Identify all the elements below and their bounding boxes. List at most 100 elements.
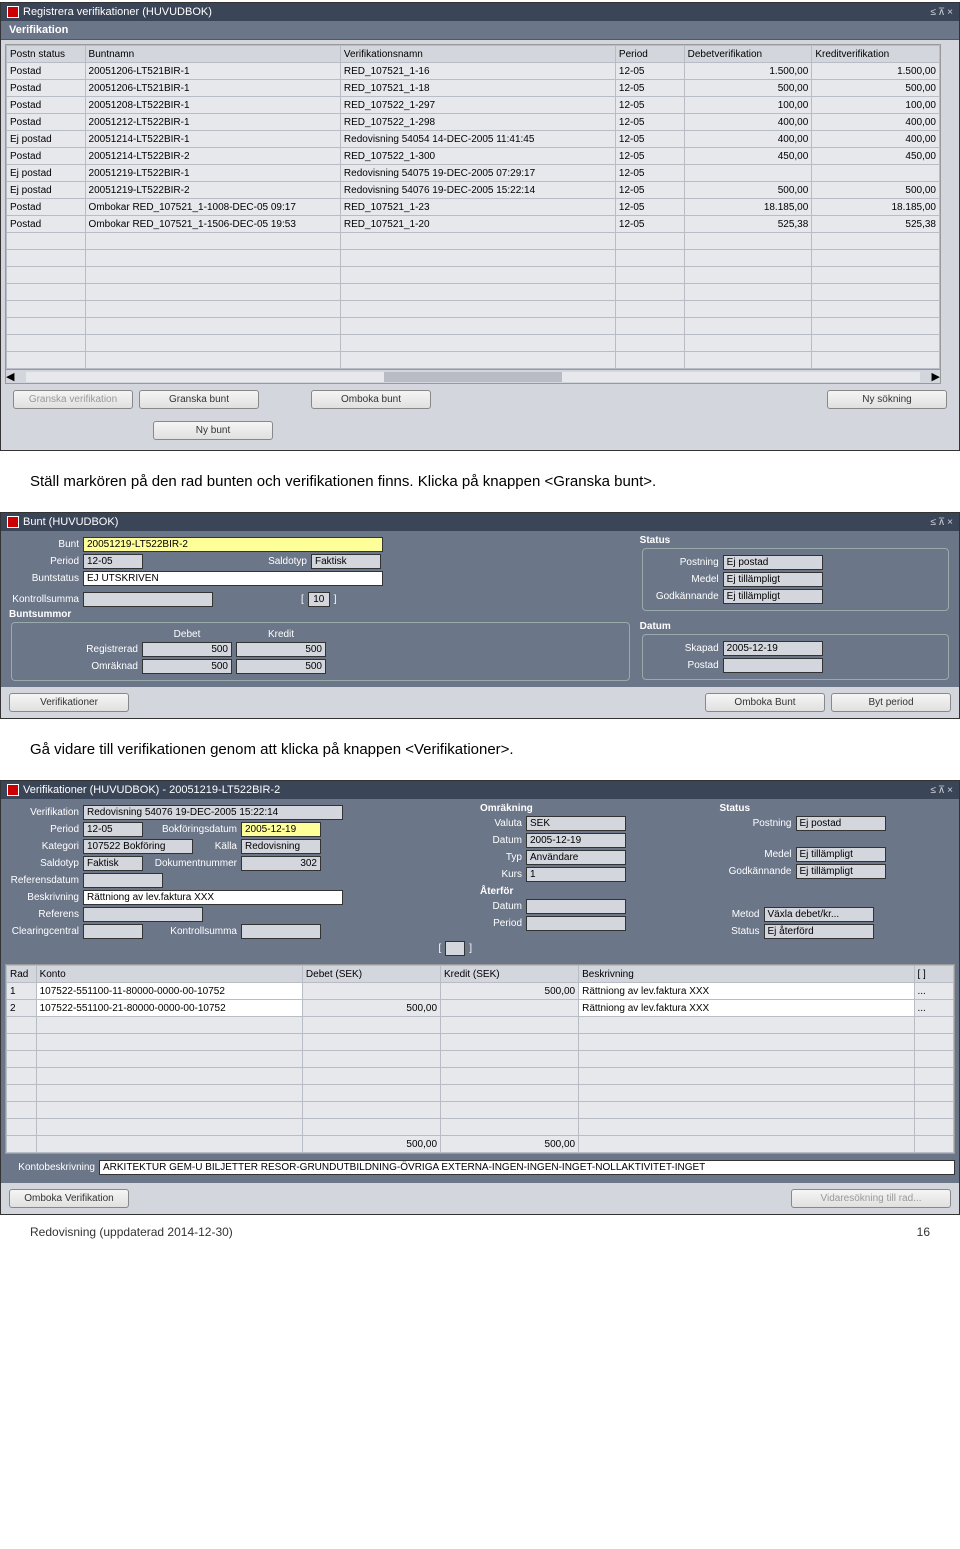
table-row[interactable] — [7, 1034, 954, 1051]
medel-field: Ej tillämpligt — [723, 572, 823, 587]
table-row[interactable]: Ej postad20051219-LT522BIR-1Redovisning … — [7, 165, 940, 182]
typ-field[interactable]: Användare — [526, 850, 626, 865]
omraknad-label: Omräknad — [18, 661, 138, 672]
ater-period-field[interactable] — [526, 916, 626, 931]
column-header[interactable]: Kreditverifikation — [812, 46, 940, 63]
kontrollsumma-field[interactable] — [241, 924, 321, 939]
table-row[interactable]: Postad20051208-LT522BIR-1RED_107522_1-29… — [7, 97, 940, 114]
kategori-field[interactable]: 107522 Bokföring — [83, 839, 193, 854]
ny-bunt-button[interactable]: Ny bunt — [153, 421, 273, 440]
postning-field: Ej postad — [796, 816, 886, 831]
registrerad-label: Registrerad — [18, 644, 138, 655]
table-row[interactable] — [7, 1051, 954, 1068]
table-row[interactable]: Postad20051214-LT522BIR-2RED_107522_1-30… — [7, 148, 940, 165]
vertical-scrollbar[interactable] — [941, 44, 955, 384]
table-row[interactable] — [7, 267, 940, 284]
window-controls[interactable]: ≤⊼× — [930, 785, 953, 796]
table-row[interactable]: Postad20051206-LT521BIR-1RED_107521_1-16… — [7, 63, 940, 80]
bunt-field[interactable]: 20051219-LT522BIR-2 — [83, 537, 383, 552]
footer-text: Redovisning (uppdaterad 2014-12-30) — [30, 1225, 233, 1239]
kurs-label: Kurs — [482, 869, 522, 880]
table-row[interactable]: 2107522-551100-21-80000-0000-00-10752500… — [7, 1000, 954, 1017]
granska-verifikation-button[interactable]: Granska verifikation — [13, 390, 133, 409]
omboka-bunt-button[interactable]: Omboka bunt — [311, 390, 431, 409]
window-title: Registrera verifikationer (HUVUDBOK) — [23, 6, 212, 18]
ater-datum-label: Datum — [482, 901, 522, 912]
ny-sokning-button[interactable]: Ny sökning — [827, 390, 947, 409]
verifikationer-button[interactable]: Verifikationer — [9, 693, 129, 712]
referens-field[interactable] — [83, 907, 203, 922]
doknr-field[interactable]: 302 — [241, 856, 321, 871]
table-row[interactable]: Postad20051206-LT521BIR-1RED_107521_1-18… — [7, 80, 940, 97]
table-row[interactable]: Postad20051212-LT522BIR-1RED_107522_1-29… — [7, 114, 940, 131]
omboka-verifikation-button[interactable]: Omboka Verifikation — [9, 1189, 129, 1208]
medel-label: Medel — [649, 574, 719, 585]
table-row[interactable]: PostadOmbokar RED_107521_1-1506-DEC-05 1… — [7, 216, 940, 233]
kurs-field[interactable]: 1 — [526, 867, 626, 882]
table-row[interactable] — [7, 301, 940, 318]
table-row[interactable] — [7, 1017, 954, 1034]
bokfdatum-field[interactable]: 2005-12-19 — [241, 822, 321, 837]
saldotyp-field[interactable]: Faktisk — [311, 554, 381, 569]
clearing-field[interactable] — [83, 924, 143, 939]
period-field[interactable]: 12-05 — [83, 822, 143, 837]
titlebar[interactable]: Verifikationer (HUVUDBOK) - 20051219-LT5… — [1, 781, 959, 799]
table-row[interactable] — [7, 352, 940, 369]
omboka-bunt-button[interactable]: Omboka Bunt — [705, 693, 825, 712]
col-kredit: Kredit (SEK) — [441, 966, 579, 983]
lines-grid[interactable]: Rad Konto Debet (SEK) Kredit (SEK) Beskr… — [5, 964, 955, 1154]
table-row[interactable] — [7, 233, 940, 250]
byt-period-button[interactable]: Byt period — [831, 693, 951, 712]
valuta-field[interactable]: SEK — [526, 816, 626, 831]
metod-field[interactable]: Växla debet/kr... — [764, 907, 874, 922]
aterfor-group-label: Återför — [480, 886, 712, 897]
table-row[interactable] — [7, 1068, 954, 1085]
table-row[interactable] — [7, 1102, 954, 1119]
vidaresokning-button[interactable]: Vidaresökning till rad... — [791, 1189, 951, 1208]
refdatum-field[interactable] — [83, 873, 163, 888]
titlebar[interactable]: Bunt (HUVUDBOK) ≤⊼× — [1, 513, 959, 531]
reg-kredit-field: 500 — [236, 642, 326, 657]
buntstatus-field[interactable]: EJ UTSKRIVEN — [83, 571, 383, 586]
window-controls[interactable]: ≤⊼× — [930, 7, 953, 18]
verifikation-field[interactable]: Redovisning 54076 19-DEC-2005 15:22:14 — [83, 805, 343, 820]
ater-datum-field[interactable] — [526, 899, 626, 914]
bokfdatum-label: Bokföringsdatum — [147, 824, 237, 835]
column-header[interactable]: Buntnamn — [85, 46, 340, 63]
buntstatus-label: Buntstatus — [9, 573, 79, 584]
kontrollsumma-field[interactable] — [83, 592, 213, 607]
register-verifications-window: Registrera verifikationer (HUVUDBOK) ≤⊼×… — [0, 2, 960, 451]
postning-label: Postning — [722, 818, 792, 829]
col-konto: Konto — [36, 966, 302, 983]
window-controls[interactable]: ≤⊼× — [930, 517, 953, 528]
omr-datum-field[interactable]: 2005-12-19 — [526, 833, 626, 848]
verification-grid[interactable]: Postn statusBuntnamnVerifikationsnamnPer… — [5, 44, 941, 384]
saldotyp-field[interactable]: Faktisk — [83, 856, 143, 871]
godk-label: Godkännande — [649, 591, 719, 602]
table-row[interactable] — [7, 1085, 954, 1102]
column-header[interactable]: Verifikationsnamn — [340, 46, 615, 63]
kalla-field[interactable]: Redovisning — [241, 839, 321, 854]
verifikation-label: Verifikation — [9, 807, 79, 818]
beskr-field[interactable]: Rättniong av lev.faktura XXX — [83, 890, 343, 905]
column-header[interactable]: Debetverifikation — [684, 46, 812, 63]
period-field[interactable]: 12-05 — [83, 554, 143, 569]
column-header[interactable]: Period — [615, 46, 684, 63]
table-row[interactable] — [7, 284, 940, 301]
column-header[interactable]: Postn status — [7, 46, 86, 63]
table-row[interactable] — [7, 318, 940, 335]
horizontal-scrollbar[interactable]: ◀▶ — [6, 369, 940, 383]
kalla-label: Källa — [197, 841, 237, 852]
table-row[interactable] — [7, 250, 940, 267]
aterstatus-label: Status — [720, 926, 760, 937]
table-row[interactable]: Ej postad20051214-LT522BIR-1Redovisning … — [7, 131, 940, 148]
titlebar[interactable]: Registrera verifikationer (HUVUDBOK) ≤⊼× — [1, 3, 959, 21]
oracle-icon — [7, 516, 19, 528]
table-row[interactable]: 1107522-551100-11-80000-0000-00-10752500… — [7, 983, 954, 1000]
table-row[interactable] — [7, 335, 940, 352]
granska-bunt-button[interactable]: Granska bunt — [139, 390, 259, 409]
table-row[interactable]: PostadOmbokar RED_107521_1-1008-DEC-05 0… — [7, 199, 940, 216]
table-row[interactable]: Ej postad20051219-LT522BIR-2Redovisning … — [7, 182, 940, 199]
table-row[interactable] — [7, 1119, 954, 1136]
postning-field: Ej postad — [723, 555, 823, 570]
